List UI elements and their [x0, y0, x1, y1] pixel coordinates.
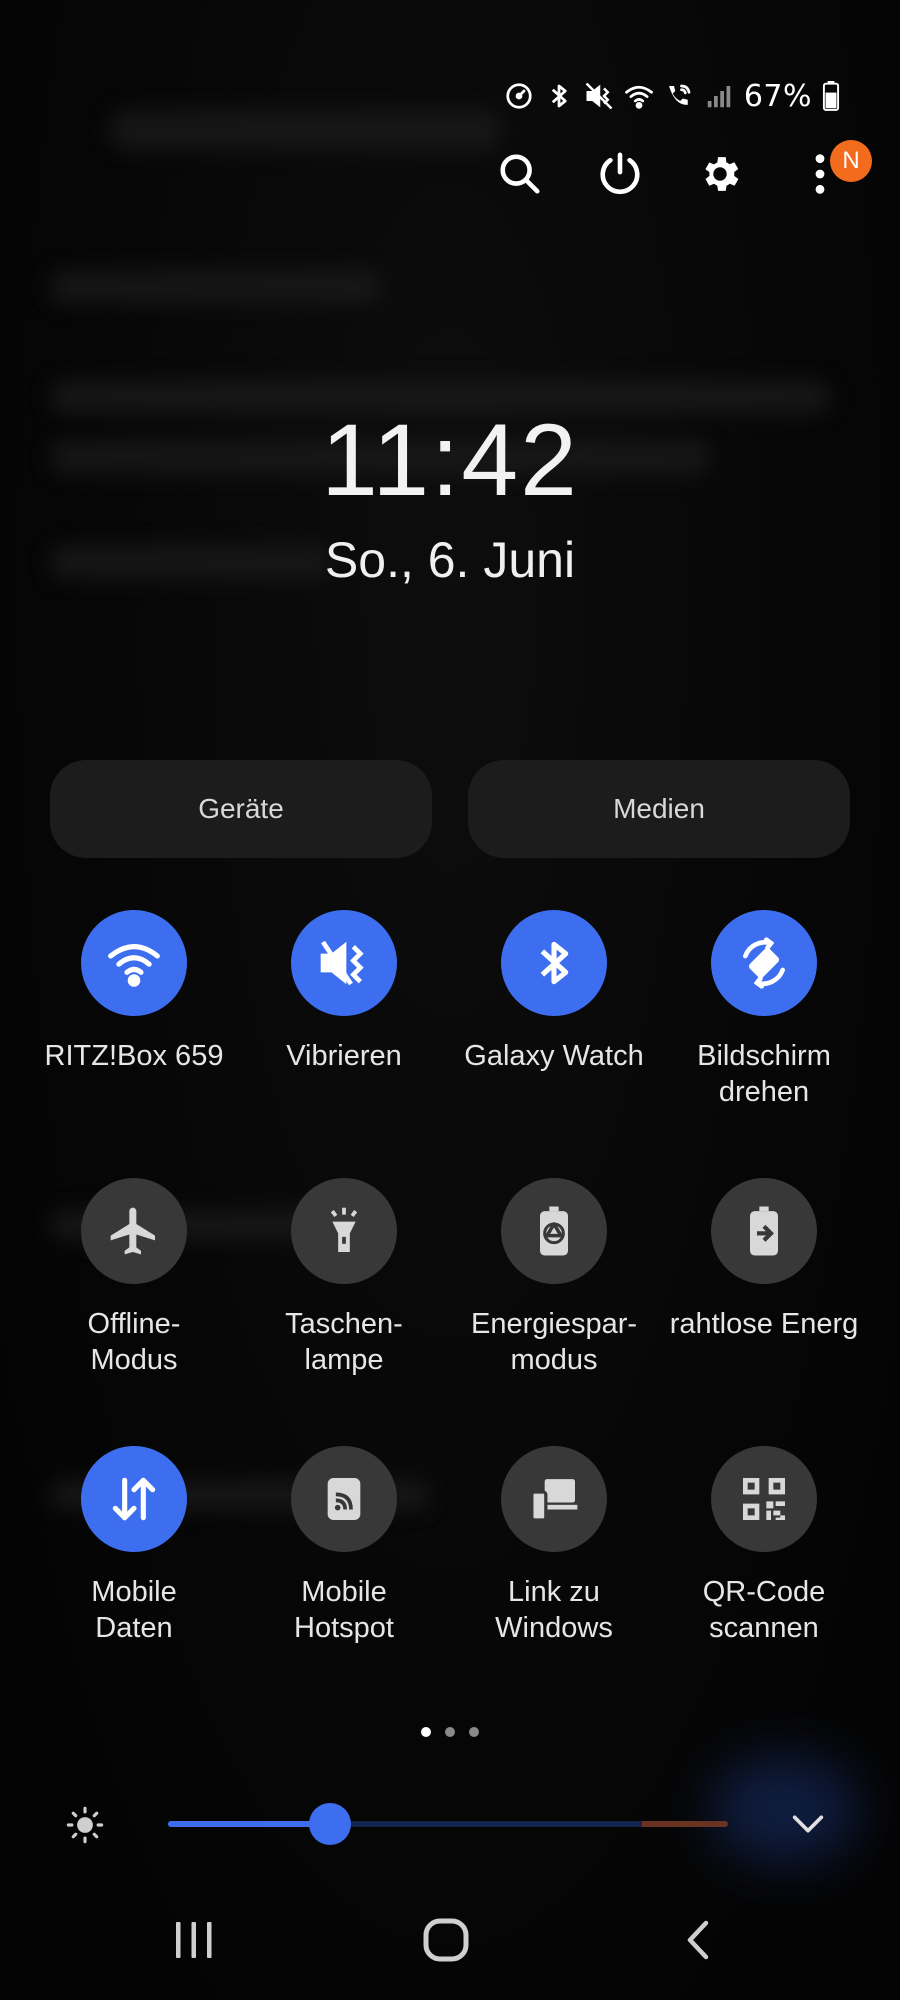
- sun-icon: [66, 1806, 104, 1844]
- tile-link-to-windows-toggle[interactable]: [501, 1446, 607, 1552]
- search-button[interactable]: [496, 150, 544, 198]
- battery-percentage: 67%: [743, 78, 812, 114]
- tile-power-saving[interactable]: Energiespar- modus: [449, 1178, 659, 1378]
- tile-power-saving-toggle[interactable]: [501, 1178, 607, 1284]
- notification-badge: N: [830, 140, 872, 182]
- recents-button[interactable]: [164, 1915, 224, 1965]
- bluetooth-icon: [544, 81, 574, 111]
- home-icon: [423, 1918, 469, 1962]
- page-dot: [445, 1727, 455, 1737]
- airplane-icon: [110, 1207, 155, 1255]
- tile-flashlight[interactable]: Taschen- lampe: [239, 1178, 449, 1378]
- tile-vibrate[interactable]: Vibrieren: [239, 910, 449, 1074]
- vibrate-icon: [320, 940, 364, 986]
- blurred-background: [50, 270, 380, 304]
- tile-qr-scanner-toggle[interactable]: [711, 1446, 817, 1552]
- brightness-slider-fill: [168, 1821, 331, 1827]
- navigation-bar: [0, 1905, 900, 1975]
- wifi-call-icon: [664, 81, 694, 111]
- tile-label: Energiespar- modus: [470, 1308, 638, 1376]
- tile-wifi[interactable]: RITZ!Box 659: [29, 910, 239, 1074]
- tile-flashlight-toggle[interactable]: [291, 1178, 397, 1284]
- power-icon: [600, 152, 640, 195]
- page-dot: [421, 1727, 431, 1737]
- tile-label: Bildschirm drehen: [697, 1040, 831, 1108]
- vibrate-icon: [584, 81, 614, 111]
- tile-airplane-mode[interactable]: Offline- Modus: [29, 1178, 239, 1378]
- brightness-slider-extra: [642, 1821, 728, 1827]
- battery-icon: [822, 81, 840, 111]
- gear-icon: [705, 157, 739, 191]
- tile-label: Mobile Daten: [91, 1576, 177, 1644]
- tile-auto-rotate-toggle[interactable]: [711, 910, 817, 1016]
- wifi-icon: [108, 944, 160, 987]
- wifi-icon: [624, 81, 654, 111]
- flashlight-icon: [330, 1207, 358, 1252]
- clock-time: 11:42: [321, 403, 579, 517]
- qr-code-icon: [743, 1478, 785, 1520]
- tile-vibrate-toggle[interactable]: [291, 910, 397, 1016]
- brightness-slider-track[interactable]: [168, 1821, 728, 1827]
- tile-mobile-data[interactable]: Mobile Daten: [29, 1446, 239, 1646]
- tile-auto-rotate[interactable]: Bildschirm drehen: [659, 910, 869, 1110]
- speedometer-icon: [504, 81, 534, 111]
- blurred-background: [110, 110, 500, 150]
- hotspot-icon: [327, 1478, 361, 1520]
- more-options-button[interactable]: N: [796, 140, 872, 198]
- tile-label: Galaxy Watch: [464, 1040, 644, 1072]
- tile-label: Mobile Hotspot: [294, 1576, 394, 1644]
- page-dot: [469, 1727, 479, 1737]
- tile-link-to-windows[interactable]: Link zu Windows: [449, 1446, 659, 1646]
- status-bar: 67%: [504, 78, 840, 114]
- auto-rotate-icon: [743, 937, 785, 989]
- tile-mobile-data-toggle[interactable]: [81, 1446, 187, 1552]
- chevron-down-icon[interactable]: [788, 1808, 828, 1840]
- page-indicator[interactable]: [0, 1727, 900, 1737]
- power-button[interactable]: [596, 150, 644, 198]
- brightness-slider-thumb[interactable]: [309, 1803, 352, 1845]
- brightness-control: [0, 1800, 900, 1850]
- home-button[interactable]: [416, 1915, 476, 1965]
- link-to-windows-icon: [530, 1479, 578, 1522]
- tile-bluetooth-toggle[interactable]: [501, 910, 607, 1016]
- tile-label: Vibrieren: [286, 1040, 402, 1072]
- power-saving-icon: [540, 1206, 568, 1256]
- tile-wireless-powershare[interactable]: rahtlose Energ: [659, 1178, 869, 1342]
- tile-wireless-powershare-toggle[interactable]: [711, 1178, 817, 1284]
- search-icon: [500, 154, 540, 194]
- tile-qr-scanner[interactable]: QR-Code scannen: [659, 1446, 869, 1646]
- clock-date: So., 6. Juni: [324, 532, 576, 588]
- devices-button[interactable]: Geräte: [50, 760, 432, 858]
- tile-airplane-mode-toggle[interactable]: [81, 1178, 187, 1284]
- tile-label: Link zu Windows: [495, 1576, 613, 1644]
- bluetooth-icon: [540, 941, 569, 985]
- signal-icon: [704, 81, 734, 111]
- back-icon: [687, 1920, 709, 1960]
- tile-wifi-toggle[interactable]: [81, 910, 187, 1016]
- tile-mobile-hotspot[interactable]: Mobile Hotspot: [239, 1446, 449, 1646]
- tile-mobile-hotspot-toggle[interactable]: [291, 1446, 397, 1552]
- mobile-data-icon: [112, 1477, 156, 1521]
- tile-label: Taschen- lampe: [285, 1308, 403, 1376]
- back-button[interactable]: [668, 1915, 728, 1965]
- recents-icon: [176, 1922, 212, 1958]
- tile-label: RITZ!Box 659: [44, 1040, 224, 1072]
- tile-bluetooth[interactable]: Galaxy Watch: [449, 910, 659, 1074]
- tile-label: rahtlose Energ: [669, 1308, 859, 1340]
- tile-label: Offline- Modus: [87, 1308, 181, 1376]
- top-actions: N: [496, 140, 872, 198]
- wireless-powershare-icon: [750, 1206, 778, 1256]
- tile-label: QR-Code scannen: [702, 1576, 826, 1644]
- quick-settings-panel: 67% N 11:42 So., 6. Juni Geräte Medien R…: [0, 0, 900, 2000]
- settings-button[interactable]: [696, 150, 744, 198]
- media-button[interactable]: Medien: [468, 760, 850, 858]
